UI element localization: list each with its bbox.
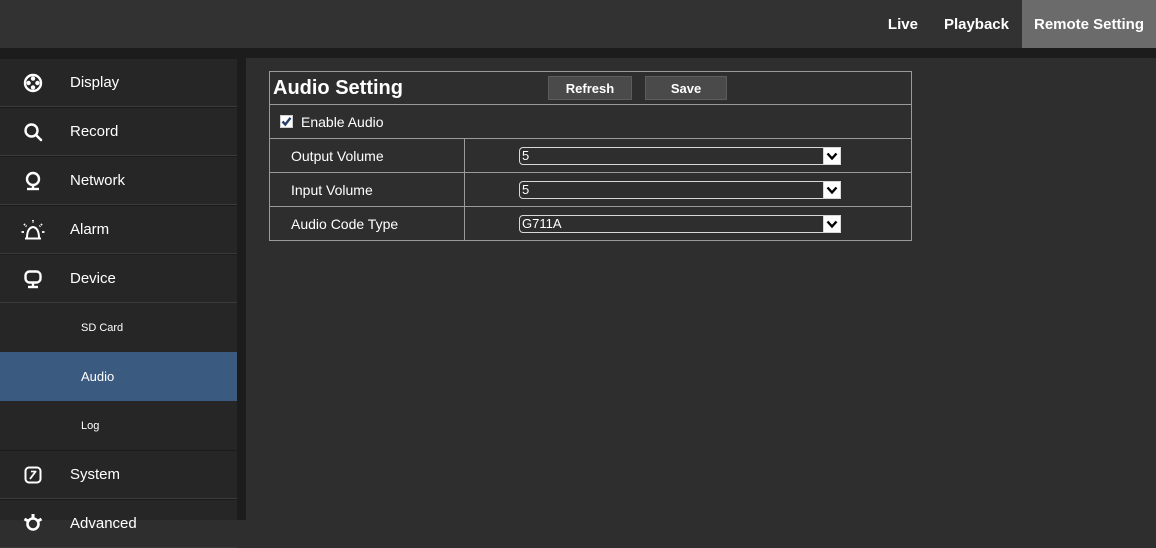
search-icon [18,122,48,142]
top-bar: Live Playback Remote Setting [0,0,1156,49]
sidebar-subitem-label: Audio [81,369,115,384]
input-volume-label: Input Volume [270,173,465,206]
sidebar-item-label: Network [70,172,126,189]
sidebar-item-label: Advanced [70,515,137,532]
sidebar-item-system[interactable]: System [0,450,237,499]
page-title: Audio Setting [273,76,403,99]
output-volume-label: Output Volume [270,139,465,172]
refresh-button[interactable]: Refresh [548,76,632,100]
audio-code-type-value: G711A [522,216,562,231]
sidebar-item-label: Record [70,123,119,140]
sidebar: Display Record Network Alarm Device SD C… [0,58,237,548]
gear-icon [18,513,48,535]
input-volume-row: Input Volume 5 [270,173,911,207]
audio-code-type-row: Audio Code Type G711A [270,207,911,240]
sidebar-item-record[interactable]: Record [0,107,237,156]
sidebar-item-label: Device [70,270,116,287]
device-icon [18,269,48,289]
audio-code-type-label: Audio Code Type [270,207,465,240]
chevron-down-icon [823,215,840,232]
sidebar-item-device[interactable]: Device [0,254,237,303]
sidebar-subitem-sd-card[interactable]: SD Card [0,303,237,352]
output-volume-value: 5 [522,148,530,163]
chevron-down-icon [823,147,840,164]
sidebar-subitem-label: Log [81,419,100,432]
top-bar-divider [0,48,1156,58]
sidebar-item-advanced[interactable]: Advanced [0,499,237,548]
top-nav: Live Playback Remote Setting [875,0,1156,48]
output-volume-row: Output Volume 5 [270,139,911,173]
sidebar-item-label: System [70,466,121,483]
alarm-icon [18,219,48,241]
network-icon [18,171,48,191]
enable-audio-row: Enable Audio [270,105,911,139]
nav-playback[interactable]: Playback [931,0,1022,48]
sidebar-item-network[interactable]: Network [0,156,237,205]
sidebar-subitem-audio[interactable]: Audio [0,352,237,401]
nav-remote-setting[interactable]: Remote Setting [1021,0,1156,48]
checkmark-icon [281,117,292,127]
output-volume-select[interactable]: 5 [519,146,841,165]
nav-live[interactable]: Live [875,0,931,48]
sidebar-item-label: Display [70,74,120,91]
chevron-down-icon [823,181,840,198]
display-icon [18,73,48,93]
panel-header: Audio Setting Refresh Save [270,72,911,105]
sidebar-item-alarm[interactable]: Alarm [0,205,237,254]
sidebar-divider [237,58,246,520]
audio-setting-panel: Audio Setting Refresh Save Enable Audio … [269,71,912,241]
system-icon [18,465,48,485]
input-volume-value: 5 [522,182,530,197]
save-button[interactable]: Save [645,76,727,100]
sidebar-subitem-label: SD Card [81,321,124,334]
sidebar-item-display[interactable]: Display [0,58,237,107]
sidebar-subitem-log[interactable]: Log [0,401,237,450]
input-volume-select[interactable]: 5 [519,180,841,199]
enable-audio-label: Enable Audio [301,113,384,130]
enable-audio-checkbox[interactable] [280,115,293,128]
audio-code-type-select[interactable]: G711A [519,214,841,233]
sidebar-item-label: Alarm [70,221,110,238]
